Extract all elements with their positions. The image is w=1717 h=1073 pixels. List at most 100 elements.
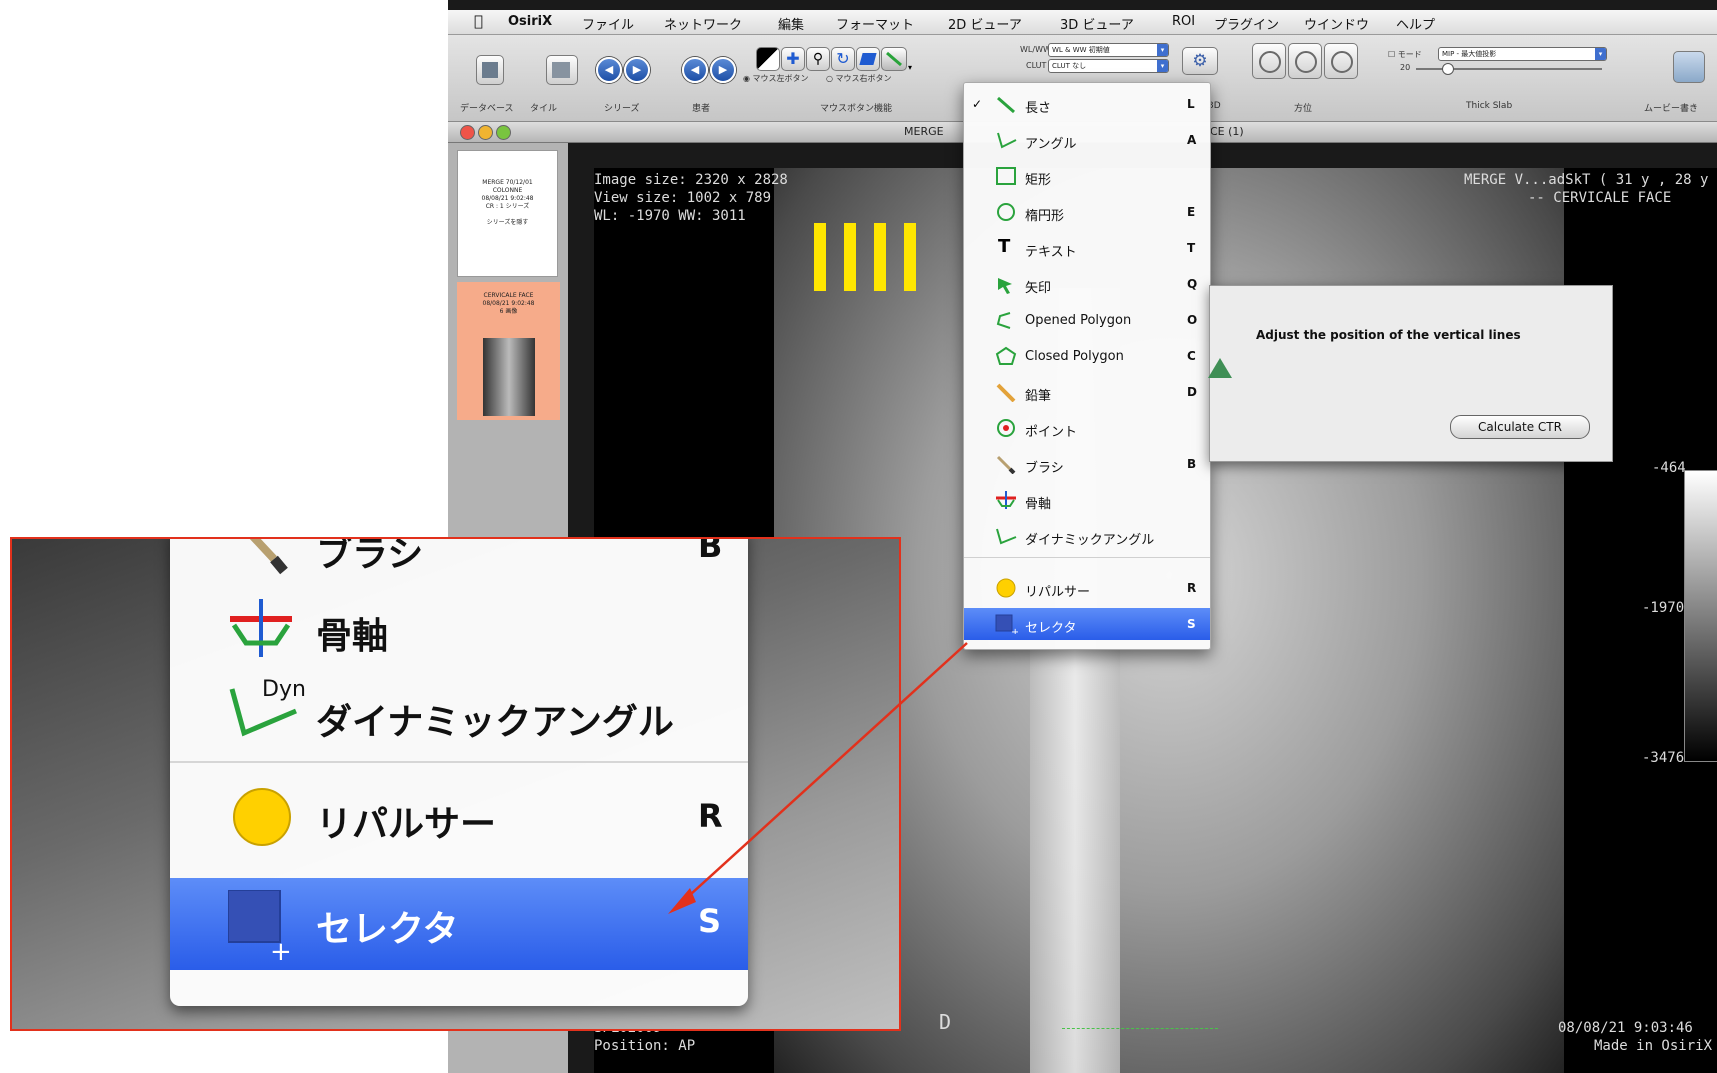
inset-shortcut: S bbox=[698, 902, 722, 940]
menu-plugins[interactable]: プラグイン bbox=[1214, 14, 1279, 33]
patient-prev-button[interactable]: ◀ bbox=[682, 57, 708, 83]
series-thumbnail[interactable]: CERVICALE FACE 08/08/21 9:02:48 6 画像 bbox=[457, 282, 560, 420]
ruler-icon bbox=[997, 96, 1015, 114]
study-thumbnail[interactable]: MERGE 70/12/01 COLONNE 08/08/21 9:02:48 … bbox=[457, 150, 558, 277]
position-label: Position: AP bbox=[594, 1038, 696, 1054]
series-next-button[interactable]: ▶ bbox=[624, 57, 650, 83]
menu-3d-viewer[interactable]: 3D ビューア bbox=[1060, 14, 1134, 33]
selector-icon: + bbox=[228, 890, 292, 962]
vertical-line-2[interactable] bbox=[844, 223, 856, 291]
menu-network[interactable]: ネットワーク bbox=[664, 14, 742, 33]
mouse-right-radio[interactable]: ○ マウス右ボタン bbox=[826, 73, 892, 84]
menu-item-repulsor[interactable]: リパルサー R bbox=[964, 572, 1210, 604]
menu-item-angle[interactable]: アングル A bbox=[964, 124, 1210, 156]
tile-button[interactable] bbox=[546, 55, 578, 85]
menu-item-shortcut: R bbox=[1187, 581, 1197, 595]
apple-icon[interactable]:  bbox=[474, 12, 483, 30]
vertical-line-1[interactable] bbox=[814, 223, 826, 291]
inset-item-selector: + セレクタ S bbox=[170, 878, 748, 970]
repulsor-icon bbox=[996, 578, 1016, 598]
orientation-marker: D bbox=[939, 1010, 952, 1034]
roi-tool-button[interactable] bbox=[881, 47, 907, 71]
menu-edit[interactable]: 編集 bbox=[778, 14, 804, 33]
hide-series-label[interactable]: シリーズを隠す bbox=[458, 219, 557, 227]
bone-axis-icon bbox=[996, 491, 1016, 509]
label-thick-slab: Thick Slab bbox=[1466, 101, 1513, 111]
wl-tool-button[interactable] bbox=[756, 47, 780, 71]
mode-select[interactable]: MIP - 最大値投影 ▾ bbox=[1438, 47, 1607, 61]
menu-roi[interactable]: ROI bbox=[1172, 14, 1195, 29]
menu-2d-viewer[interactable]: 2D ビューア bbox=[948, 14, 1022, 33]
vertical-line-4[interactable] bbox=[904, 223, 916, 291]
series-prev-button[interactable]: ◀ bbox=[596, 57, 622, 83]
wlww-select[interactable]: WL & WW 初期値 ▾ bbox=[1048, 43, 1169, 57]
movie-export-button[interactable] bbox=[1673, 51, 1705, 83]
menu-item-opened-polygon[interactable]: Opened Polygon O bbox=[964, 304, 1210, 336]
mode-checkbox[interactable]: ☐ モード bbox=[1388, 49, 1422, 60]
menu-item-arrow[interactable]: 矢印 Q bbox=[964, 268, 1210, 300]
database-button[interactable] bbox=[476, 55, 504, 85]
move-tool-button[interactable]: ✚ bbox=[781, 47, 805, 71]
settings-button[interactable]: ⚙ bbox=[1182, 47, 1218, 75]
menu-format[interactable]: フォーマット bbox=[836, 14, 914, 33]
pencil-icon bbox=[996, 383, 1016, 402]
chevron-down-icon: ▾ bbox=[1157, 60, 1168, 72]
menu-item-bone-axis[interactable]: 骨軸 bbox=[964, 484, 1210, 516]
label-series: シリーズ bbox=[604, 104, 640, 114]
menu-help[interactable]: ヘルプ bbox=[1396, 14, 1435, 33]
menu-item-label: 骨軸 bbox=[1025, 497, 1052, 512]
vertical-line-3[interactable] bbox=[874, 223, 886, 291]
rotate-tool-button[interactable]: ↻ bbox=[831, 47, 855, 71]
calculate-ctr-button[interactable]: Calculate CTR bbox=[1450, 415, 1590, 439]
roi-dropdown-arrow[interactable]: ▾ bbox=[908, 63, 912, 72]
series-preview-image bbox=[483, 338, 535, 416]
mode-label: モード bbox=[1397, 50, 1422, 59]
menu-item-length[interactable]: ✓ 長さ L bbox=[964, 88, 1210, 120]
dyn-badge: Dyn bbox=[262, 677, 306, 702]
zoom-tool-button[interactable]: ⚲ bbox=[806, 47, 830, 71]
rectangle-icon bbox=[996, 167, 1016, 185]
study-desc-label: -- CERVICALE FACE bbox=[1528, 190, 1672, 206]
menu-item-shortcut: D bbox=[1187, 385, 1197, 399]
menu-item-text[interactable]: T テキスト T bbox=[964, 232, 1210, 264]
scale-top-label: -464 bbox=[1652, 460, 1686, 476]
menu-item-selector[interactable]: + セレクタ S bbox=[964, 608, 1210, 640]
menu-item-shortcut: B bbox=[1187, 457, 1197, 471]
orientation-coronal-button[interactable] bbox=[1288, 43, 1322, 79]
minimize-button[interactable] bbox=[478, 125, 493, 140]
label-mouse-function: マウスボタン機能 bbox=[820, 104, 893, 114]
menu-item-closed-polygon[interactable]: Closed Polygon C bbox=[964, 340, 1210, 372]
clut-select[interactable]: CLUT なし ▾ bbox=[1048, 59, 1169, 73]
label-tile: タイル bbox=[530, 104, 558, 114]
orientation-sagittal-button[interactable] bbox=[1324, 43, 1358, 79]
ruler-icon bbox=[886, 51, 902, 67]
menu-separator bbox=[964, 557, 1210, 558]
study-line: COLONNE bbox=[492, 187, 523, 194]
patient-next-button[interactable]: ▶ bbox=[710, 57, 736, 83]
label-database: データベース bbox=[460, 104, 514, 114]
mouse-left-radio[interactable]: ◉ マウス左ボタン bbox=[743, 73, 809, 84]
zoom-button[interactable] bbox=[496, 125, 511, 140]
menu-osirix[interactable]: OsiriX bbox=[508, 14, 552, 29]
series-info: CERVICALE FACE 08/08/21 9:02:48 6 画像 bbox=[457, 292, 560, 316]
slab-slider-thumb[interactable] bbox=[1442, 63, 1454, 75]
menu-window[interactable]: ウインドウ bbox=[1304, 14, 1369, 33]
menu-item-dynamic-angle[interactable]: ダイナミックアングル bbox=[964, 520, 1210, 552]
orientation-axial-button[interactable] bbox=[1252, 43, 1286, 79]
menu-item-brush[interactable]: ブラシ B bbox=[964, 448, 1210, 480]
image-size-label: Image size: 2320 x 2828 bbox=[594, 172, 788, 188]
scale-ruler bbox=[1062, 1028, 1218, 1029]
wlww-label: WL/WW bbox=[1020, 45, 1051, 54]
menu-file[interactable]: ファイル bbox=[582, 14, 634, 33]
scale-mid-label: -1970 bbox=[1642, 600, 1685, 616]
mouse-left-label: マウス左ボタン bbox=[752, 74, 809, 83]
menu-item-rectangle[interactable]: 矩形 bbox=[964, 160, 1210, 192]
scroll-tool-button[interactable] bbox=[856, 47, 880, 71]
series-line: CERVICALE FACE bbox=[483, 292, 534, 299]
menu-item-pencil[interactable]: 鉛筆 D bbox=[964, 376, 1210, 408]
menu-item-label: リパルサー bbox=[1025, 585, 1091, 600]
svg-text:+: + bbox=[270, 937, 292, 962]
menu-item-point[interactable]: ポイント bbox=[964, 412, 1210, 444]
close-button[interactable] bbox=[460, 125, 475, 140]
menu-item-ellipse[interactable]: 楕円形 E bbox=[964, 196, 1210, 228]
